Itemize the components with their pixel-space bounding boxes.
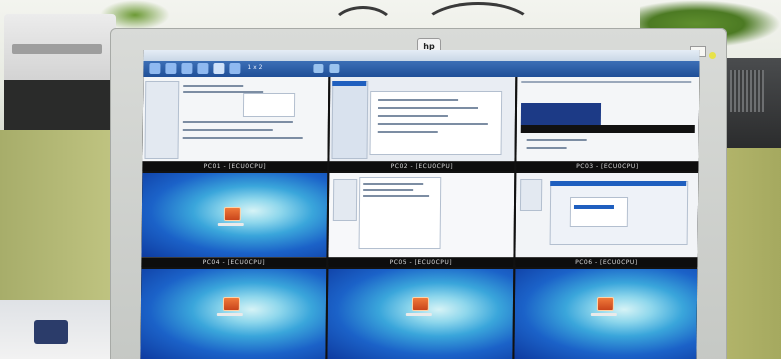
tree-panel (331, 81, 369, 159)
pc-tower (722, 58, 781, 148)
dialog-inner (569, 197, 629, 227)
mug (34, 320, 68, 344)
app-screen (142, 77, 329, 161)
app-screen (328, 173, 515, 257)
pane-label: PC01 - [ECU0CPU] (203, 163, 267, 170)
pane-5[interactable]: PC05 - [ECU0CPU] (328, 173, 515, 267)
login-field[interactable] (405, 313, 432, 316)
code-line (378, 99, 459, 101)
monitor-screen: 1 x 2 PC01 - [ECU0CPU] PC02 - [ECU0CPU] … (140, 50, 700, 359)
pane-label: PC03 - [ECU0CPU] (576, 163, 639, 170)
pane-label-bar: PC06 - [ECU0CPU] (515, 257, 698, 267)
app-screen (515, 173, 699, 257)
login-icon[interactable] (596, 297, 615, 311)
windows-desktop (140, 269, 327, 359)
app-screen (329, 77, 516, 161)
text-line (183, 85, 244, 87)
toolbar-label: 1 x 2 (247, 64, 263, 71)
highlight-bar (332, 81, 367, 86)
pane-9[interactable] (514, 269, 698, 359)
text-line (182, 137, 303, 139)
code-line (363, 183, 424, 185)
code-line (377, 123, 488, 125)
windows-desktop (327, 269, 514, 359)
tree-panel (144, 81, 180, 159)
data-table-row (520, 125, 695, 133)
text-line (526, 139, 587, 141)
monitor-icon[interactable] (329, 64, 340, 73)
next-icon[interactable] (197, 63, 209, 74)
home-icon[interactable] (149, 63, 161, 74)
viewer-toolbar: 1 x 2 (143, 61, 700, 77)
pane-label: PC06 - [ECU0CPU] (575, 259, 638, 266)
code-line (378, 107, 479, 109)
printer-slot (12, 44, 102, 54)
pane-1[interactable]: PC01 - [ECU0CPU] (142, 77, 329, 171)
login-field[interactable] (217, 223, 244, 226)
selected-row (573, 205, 614, 209)
pane-label-bar: PC03 - [ECU0CPU] (516, 161, 699, 171)
pane-2[interactable]: PC02 - [ECU0CPU] (329, 77, 516, 171)
settings-icon[interactable] (313, 64, 324, 73)
text-line (182, 129, 273, 131)
pane-8[interactable] (327, 269, 514, 359)
yellow-dot-sticker (709, 52, 716, 59)
data-table-selection (520, 103, 602, 125)
icon-column (332, 179, 358, 221)
layout-icon[interactable] (213, 63, 225, 74)
office-photo: hp 1 x 2 PC01 - [ECU0CPU] PC02 - [ECU0CP… (0, 0, 781, 359)
dialog-titlebar (550, 181, 687, 186)
pane-label: PC02 - [ECU0CPU] (390, 163, 454, 170)
text-line (182, 121, 293, 123)
play-icon[interactable] (181, 63, 193, 74)
app-screen (516, 77, 700, 161)
code-window (358, 177, 442, 249)
dialog-box (242, 93, 296, 117)
window-titlebar (143, 50, 700, 61)
pane-label: PC04 - [ECU0CPU] (202, 259, 266, 266)
pane-label-bar: PC04 - [ECU0CPU] (141, 257, 327, 267)
login-field[interactable] (590, 313, 617, 316)
dark-device (4, 80, 112, 132)
menu-line (521, 81, 692, 83)
pane-label-bar: PC01 - [ECU0CPU] (142, 161, 328, 171)
code-line (377, 115, 448, 117)
pane-label-bar: PC02 - [ECU0CPU] (329, 161, 515, 171)
windows-desktop (141, 173, 328, 257)
pc-tower-grille (730, 70, 764, 112)
code-line (377, 131, 438, 133)
grid-icon[interactable] (229, 63, 241, 74)
login-field[interactable] (216, 313, 243, 316)
code-line (363, 189, 414, 191)
code-line (363, 195, 430, 197)
back-icon[interactable] (165, 63, 177, 74)
text-line (526, 147, 567, 149)
pane-7[interactable] (140, 269, 327, 359)
pane-label-bar: PC05 - [ECU0CPU] (328, 257, 514, 267)
windows-desktop (514, 269, 698, 359)
pane-label: PC05 - [ECU0CPU] (389, 259, 453, 266)
pane-grid: PC01 - [ECU0CPU] PC02 - [ECU0CPU] PC03 -… (140, 77, 700, 359)
login-icon[interactable] (222, 297, 241, 311)
login-icon[interactable] (223, 207, 241, 221)
pane-6[interactable]: PC06 - [ECU0CPU] (515, 173, 699, 267)
icon-column (519, 179, 543, 211)
pane-4[interactable]: PC04 - [ECU0CPU] (141, 173, 328, 267)
pane-3[interactable]: PC03 - [ECU0CPU] (516, 77, 700, 171)
login-icon[interactable] (411, 297, 430, 311)
